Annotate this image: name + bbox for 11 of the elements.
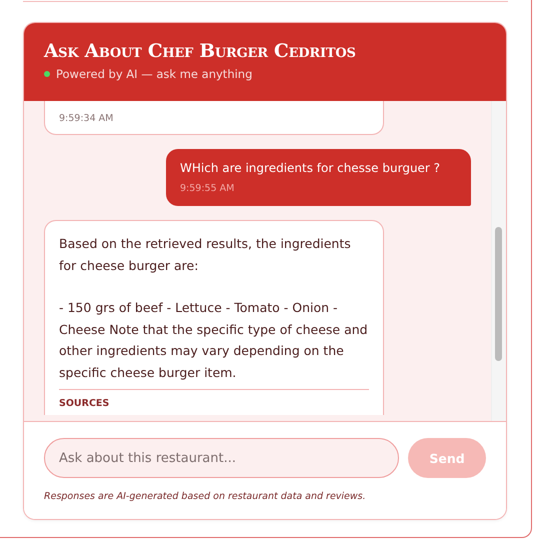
scrollbar[interactable] <box>491 101 506 421</box>
message-input[interactable]: Ask about this restaurant... <box>44 438 400 478</box>
message-time: 9:59:34 AM <box>59 113 114 124</box>
chat-title: Ask About Chef Burger Cedritos <box>44 41 357 62</box>
message-time: 9:59:55 AM <box>180 183 236 194</box>
disclaimer-text: Responses are AI-generated based on restaurant data and reviews. <box>44 491 367 502</box>
message-text: Based on the retrieved results, the ingredients for cheese burger are: <box>59 235 352 275</box>
message-text: WHich are ingredients for chesse burguer ? <box>180 161 442 175</box>
sources-label: SOURCES <box>59 398 110 409</box>
status-text: Powered by AI — ask me anything <box>56 67 252 81</box>
message-text: - 150 grs of beef - Lettuce - Tomato - Onion - Cheese Note that the specific type of cheese and other ingredients may vary depending on the specific cheese burger item. <box>59 299 369 382</box>
